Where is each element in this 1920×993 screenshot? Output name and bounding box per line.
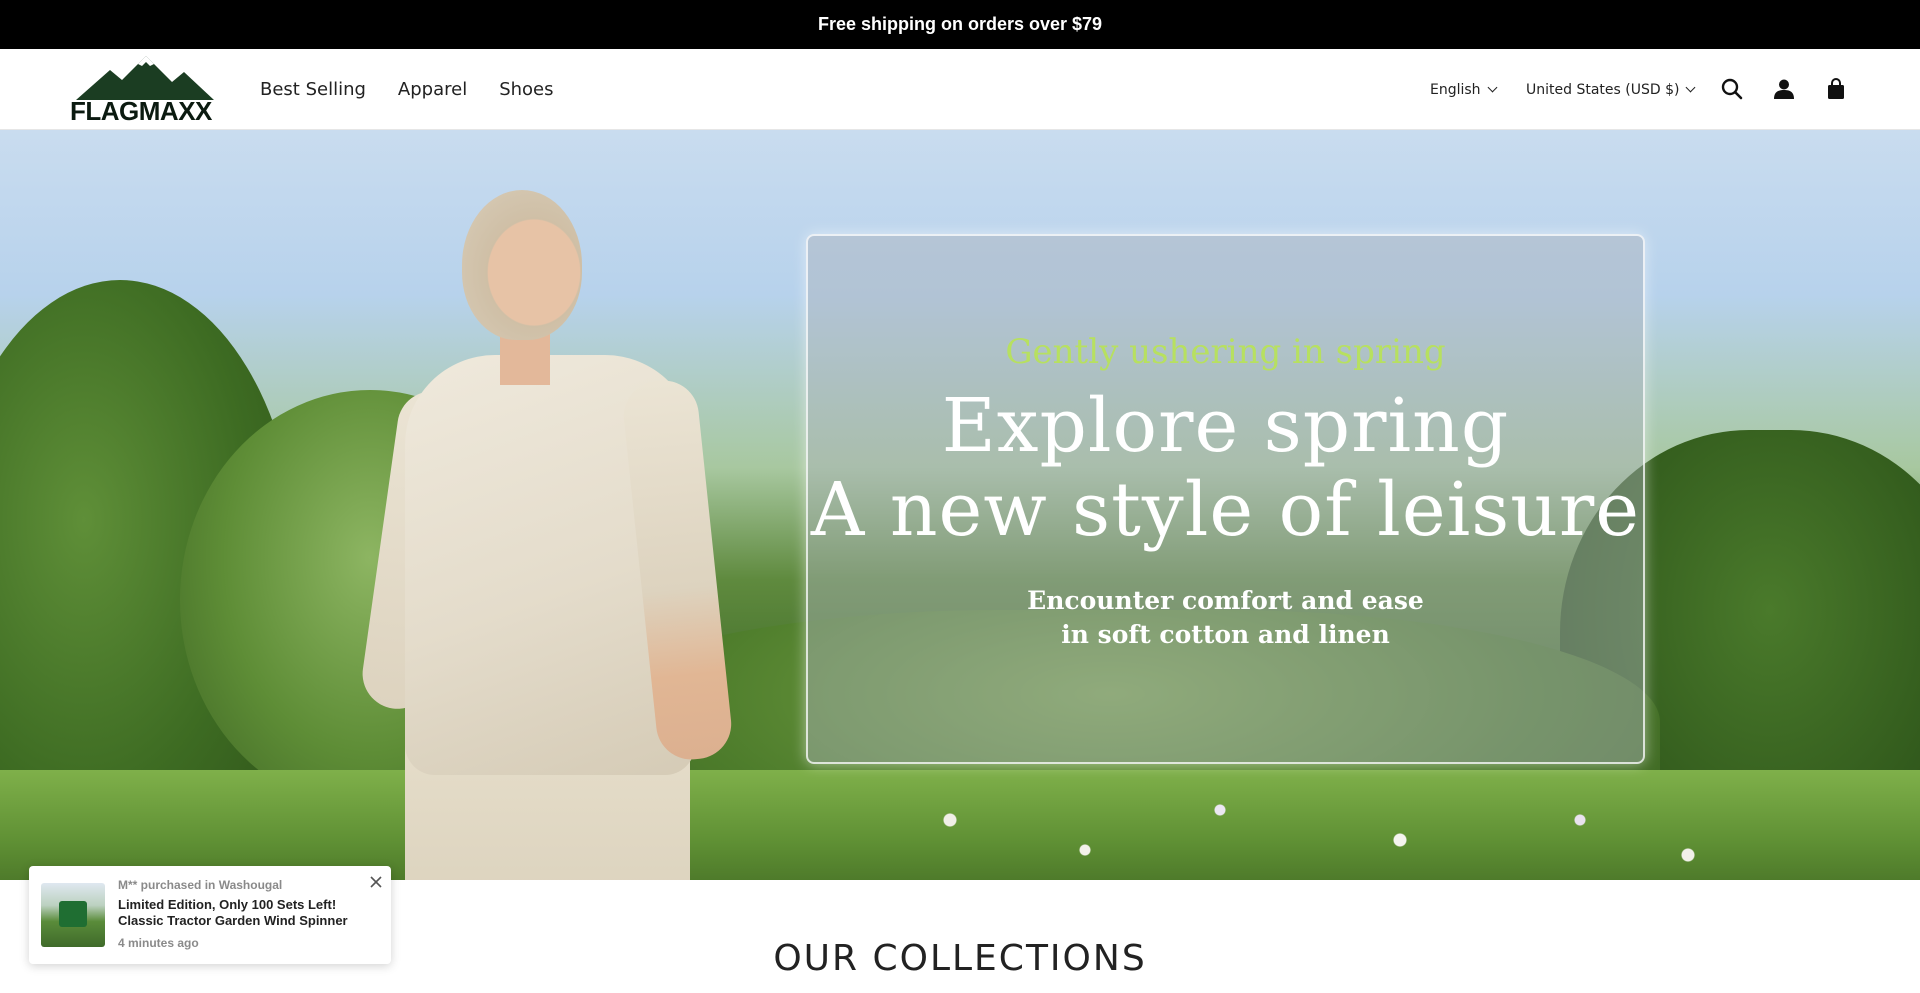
search-button[interactable] bbox=[1719, 76, 1745, 102]
account-button[interactable] bbox=[1771, 76, 1797, 102]
close-icon bbox=[370, 876, 382, 888]
language-label: English bbox=[1430, 81, 1481, 98]
nav-shoes[interactable]: Shoes bbox=[499, 79, 553, 100]
hero-description-line1: Encounter comfort and ease bbox=[1027, 586, 1424, 615]
cart-icon bbox=[1828, 78, 1844, 99]
announcement-bar: Free shipping on orders over $79 bbox=[0, 0, 1920, 49]
product-thumbnail[interactable] bbox=[41, 883, 105, 947]
hero-flowers bbox=[860, 780, 1760, 880]
country-label: United States (USD $) bbox=[1526, 81, 1680, 98]
hero-title-line1: Explore spring bbox=[941, 383, 1510, 469]
hero-description: Encounter comfort and ease in soft cotto… bbox=[808, 584, 1643, 652]
search-icon bbox=[1721, 78, 1743, 100]
site-header: FLAGMAXX Best Selling Apparel Shoes Engl… bbox=[0, 49, 1920, 130]
chevron-down-icon bbox=[1686, 82, 1696, 93]
nav-best-selling[interactable]: Best Selling bbox=[260, 79, 366, 100]
model-head bbox=[462, 190, 582, 340]
chevron-down-icon bbox=[1487, 82, 1498, 93]
account-icon bbox=[1774, 79, 1794, 99]
hero-description-line2: in soft cotton and linen bbox=[1061, 620, 1390, 649]
nav-apparel[interactable]: Apparel bbox=[398, 79, 467, 100]
hero-title-line2: A new style of leisure bbox=[810, 467, 1641, 553]
hero-banner[interactable]: Gently ushering in spring Explore spring… bbox=[0, 130, 1920, 880]
cart-button[interactable] bbox=[1823, 76, 1849, 102]
purchaser-text: M** purchased in Washougal bbox=[118, 878, 283, 892]
tractor-icon bbox=[59, 901, 87, 927]
hero-title: Explore spring A new style of leisure bbox=[808, 384, 1643, 552]
main-nav: Best Selling Apparel Shoes bbox=[260, 49, 586, 130]
language-selector[interactable]: English bbox=[1430, 49, 1498, 130]
mountain-icon bbox=[76, 56, 214, 100]
hero-subtitle: Gently ushering in spring bbox=[1005, 332, 1446, 372]
announcement-text: Free shipping on orders over $79 bbox=[817, 14, 1103, 34]
product-link[interactable]: Limited Edition, Only 100 Sets Left! Cla… bbox=[118, 897, 358, 929]
hero-text-panel: Gently ushering in spring Explore spring… bbox=[806, 234, 1645, 764]
country-selector[interactable]: United States (USD $) bbox=[1526, 49, 1696, 130]
time-ago: 4 minutes ago bbox=[118, 936, 199, 950]
logo[interactable]: FLAGMAXX bbox=[68, 56, 220, 126]
close-button[interactable] bbox=[368, 874, 384, 890]
logo-text: FLAGMAXX bbox=[70, 96, 212, 126]
purchase-notification[interactable]: M** purchased in Washougal Limited Editi… bbox=[29, 866, 391, 964]
